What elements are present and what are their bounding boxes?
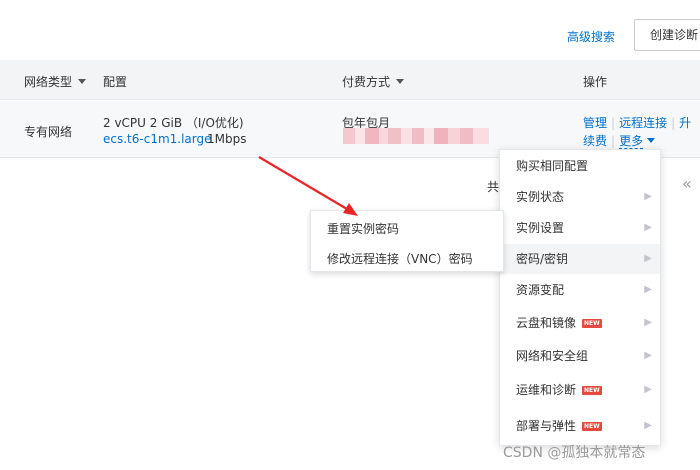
new-badge: NEW — [582, 319, 602, 328]
menu-item-label: 运维和诊断 — [516, 383, 577, 397]
column-header-billing[interactable]: 付费方式 — [342, 73, 405, 90]
menu-item-label: 实例设置 — [516, 221, 565, 235]
chevron-right-icon: ▶ — [644, 420, 652, 431]
menu-item-label: 网络和安全组 — [516, 349, 589, 363]
new-badge: NEW — [582, 422, 602, 431]
menu-item-disk-image[interactable]: 云盘和镜像 NEW ▶ — [500, 308, 660, 338]
divider: | — [611, 116, 616, 130]
watermark: CSDN @孤独本就常态 — [503, 445, 646, 461]
renew-link[interactable]: 续费 — [583, 134, 607, 148]
column-label: 付费方式 — [342, 75, 391, 89]
chevron-right-icon: ▶ — [644, 317, 652, 328]
config-spec: 2 vCPU 2 GiB （I/O优化) — [103, 116, 244, 130]
submenu-item-vnc-password[interactable]: 修改远程连接（VNC）密码 — [327, 250, 473, 267]
menu-item-resource-change[interactable]: 资源变配 ▶ — [500, 275, 660, 305]
submenu-item-reset-password[interactable]: 重置实例密码 — [327, 220, 399, 237]
more-label: 更多 — [619, 134, 644, 149]
table-header: 网络类型 配置 付费方式 操作 — [0, 60, 700, 100]
menu-item-password-key[interactable]: 密码/密钥 ▶ — [500, 244, 660, 274]
column-header-config: 配置 — [103, 75, 128, 89]
advanced-search-link[interactable]: 高级搜索 — [567, 28, 615, 45]
chevron-right-icon: ▶ — [644, 253, 652, 264]
caret-down-icon — [78, 79, 87, 84]
divider: | — [611, 134, 616, 148]
password-submenu: 重置实例密码 修改远程连接（VNC）密码 — [310, 210, 504, 272]
remote-connect-link[interactable]: 远程连接 — [619, 116, 667, 130]
pagination-total: 共 — [487, 180, 500, 194]
more-actions-dropdown: 购买相同配置 实例状态 ▶ 实例设置 ▶ 密码/密钥 ▶ 资源变配 ▶ 云盘和镜像 NEW… — [499, 149, 661, 446]
column-header-network-type[interactable]: 网络类型 — [24, 73, 87, 90]
caret-down-icon — [396, 79, 405, 84]
instance-type-link[interactable]: ecs.t6-c1m1.large — [103, 132, 212, 146]
redacted-info-mosaic — [343, 128, 489, 144]
menu-item-network-security[interactable]: 网络和安全组 ▶ — [500, 341, 660, 371]
menu-item-buy-same-config[interactable]: 购买相同配置 — [500, 151, 660, 181]
chevron-right-icon: ▶ — [644, 284, 652, 295]
caret-down-icon — [647, 138, 656, 143]
menu-item-label: 购买相同配置 — [516, 159, 589, 173]
menu-item-deploy-elastic[interactable]: 部署与弹性 NEW ▶ — [500, 411, 660, 441]
menu-item-label: 部署与弹性 — [516, 419, 577, 433]
network-type-cell: 专有网络 — [24, 125, 73, 139]
menu-item-instance-status[interactable]: 实例状态 ▶ — [500, 182, 660, 212]
more-dropdown-trigger[interactable]: 更多 — [619, 134, 656, 149]
column-header-actions: 操作 — [583, 75, 608, 89]
upgrade-link[interactable]: 升 — [679, 116, 691, 130]
menu-item-instance-settings[interactable]: 实例设置 ▶ — [500, 213, 660, 243]
first-page-icon[interactable]: « — [682, 174, 692, 193]
menu-item-label: 资源变配 — [516, 283, 565, 297]
menu-item-label: 密码/密钥 — [516, 252, 569, 266]
arrow-shaft — [258, 156, 353, 213]
row-actions-line1: 管理 | 远程连接 | 升 — [583, 114, 691, 131]
chevron-right-icon: ▶ — [644, 384, 652, 395]
create-diagnosis-button[interactable]: 创建诊断 — [634, 19, 700, 51]
row-actions-line2: 续费 | 更多 — [583, 132, 656, 149]
chevron-right-icon: ▶ — [644, 350, 652, 361]
column-label: 网络类型 — [24, 75, 73, 89]
new-badge: NEW — [582, 386, 602, 395]
menu-item-label: 实例状态 — [516, 190, 565, 204]
chevron-right-icon: ▶ — [644, 191, 652, 202]
menu-item-ops-diagnosis[interactable]: 运维和诊断 NEW ▶ — [500, 375, 660, 405]
chevron-right-icon: ▶ — [644, 222, 652, 233]
divider: | — [671, 116, 676, 130]
menu-item-label: 云盘和镜像 — [516, 316, 577, 330]
manage-link[interactable]: 管理 — [583, 116, 607, 130]
bandwidth: 1Mbps — [207, 132, 247, 146]
